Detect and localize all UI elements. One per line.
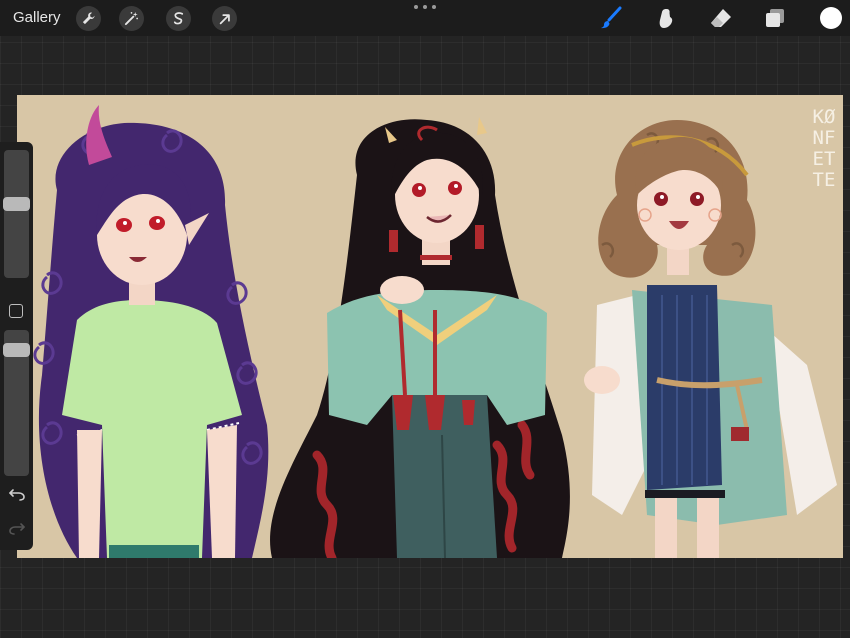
brush-size-thumb[interactable] [3, 197, 30, 211]
character-right [584, 120, 837, 558]
character-middle [270, 117, 570, 558]
drawing-canvas[interactable]: KØNFETTE [17, 95, 843, 558]
more-dot-icon [414, 5, 418, 9]
selection-button[interactable] [166, 6, 191, 31]
selection-icon [173, 12, 184, 25]
more-dot-icon [432, 5, 436, 9]
brush-tool-button[interactable] [598, 5, 624, 31]
layers-button[interactable] [762, 5, 788, 31]
transform-arrow-icon [219, 13, 230, 24]
more-dot-icon [423, 5, 427, 9]
color-picker-button[interactable] [820, 7, 842, 29]
redo-icon[interactable] [8, 520, 26, 536]
magic-wand-icon [124, 11, 138, 26]
artwork-illustration [33, 105, 837, 558]
smudge-icon [659, 9, 673, 28]
smudge-tool-button[interactable] [653, 5, 679, 31]
layers-icon [766, 9, 784, 27]
top-toolbar: Gallery [0, 0, 850, 36]
brush-icon [601, 6, 622, 29]
brush-size-slider[interactable] [4, 150, 29, 278]
artist-signature: KØNFETTE [812, 106, 836, 191]
gallery-button[interactable]: Gallery [13, 9, 61, 26]
eraser-icon [711, 9, 731, 27]
eraser-tool-button[interactable] [708, 5, 734, 31]
adjustments-button[interactable] [119, 6, 144, 31]
transform-button[interactable] [212, 6, 237, 31]
undo-icon[interactable] [8, 486, 26, 502]
side-toolbar [0, 142, 33, 550]
modify-button[interactable] [9, 304, 23, 318]
wrench-icon [82, 12, 95, 25]
character-left [33, 105, 269, 558]
opacity-thumb[interactable] [3, 343, 30, 357]
more-options-button[interactable] [414, 2, 436, 12]
actions-button[interactable] [76, 6, 101, 31]
